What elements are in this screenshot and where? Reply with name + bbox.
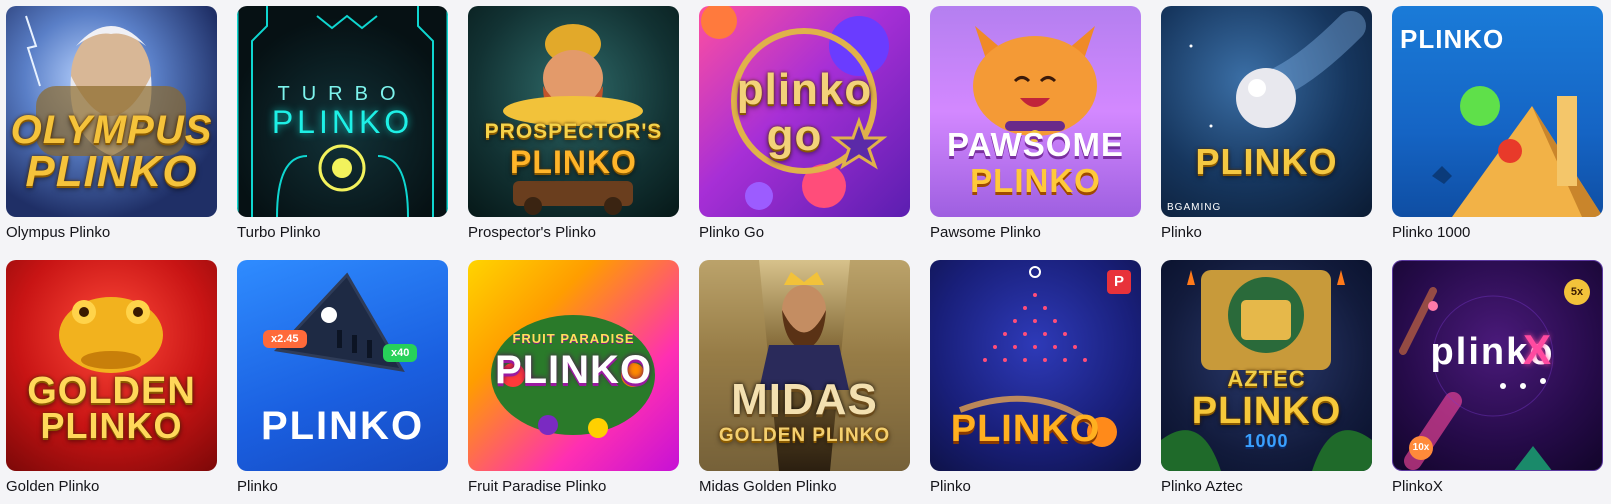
game-card-pawsome-plinko[interactable]: PAWSOME PLINKO Pawsome Plinko <box>930 6 1141 243</box>
game-title[interactable]: Plinko <box>930 477 1141 497</box>
game-art-title-line2: PLINKO <box>25 147 198 196</box>
game-card-plinko-bgaming[interactable]: PLINKO BGAMING Plinko <box>1161 6 1372 243</box>
game-thumbnail[interactable]: P PLINKO <box>930 260 1141 471</box>
game-thumbnail[interactable]: FRUIT PARADISE PLINKO <box>468 260 679 471</box>
game-art-title-line2: PLINKO <box>510 144 637 180</box>
game-art-title-line1: PROSPECTOR's <box>484 120 663 143</box>
game-card-prospectors-plinko[interactable]: PROSPECTOR's PLINKO Prospector's Plinko <box>468 6 679 243</box>
game-title[interactable]: Plinko <box>1161 223 1372 243</box>
multiplier-bubble: 10x <box>1409 436 1433 460</box>
game-card-midas-golden-plinko[interactable]: MIDAS GOLDEN PLINKO Midas Golden Plinko <box>699 260 910 497</box>
game-art-title-line1: FRUIT PARADISE <box>512 331 635 346</box>
game-thumbnail[interactable]: PAWSOME PLINKO <box>930 6 1141 217</box>
game-art-title-line3: 1000 <box>1244 431 1289 451</box>
game-thumbnail[interactable]: PLINKO BGAMING <box>1161 6 1372 217</box>
game-art-title: PLINKO <box>950 408 1101 450</box>
game-title[interactable]: Midas Golden Plinko <box>699 477 910 497</box>
multiplier-bubble: 5x <box>1564 279 1590 305</box>
game-thumbnail[interactable]: 5x 10x plinko X <box>1392 260 1603 471</box>
game-title[interactable]: Turbo Plinko <box>237 223 448 243</box>
game-art-title: PLINKO <box>260 404 425 448</box>
game-card-turbo-plinko[interactable]: TURBO PLINKO Turbo Plinko <box>237 6 448 243</box>
ball-illustration <box>1189 11 1366 158</box>
game-art-title-line2: GOLDEN PLINKO <box>718 425 891 446</box>
game-art-title-line1: OLYMPUS <box>10 108 213 152</box>
game-thumbnail[interactable]: GOLDEN PLINKO <box>6 260 217 471</box>
game-title[interactable]: Golden Plinko <box>6 477 217 497</box>
game-title[interactable]: PlinkoX <box>1392 477 1603 497</box>
game-art-title-line2: PLINKO <box>271 104 414 140</box>
game-card-plinko-blue[interactable]: x2.45 x40 PLINKO Plinko <box>237 260 448 497</box>
multiplier-badge: x40 <box>383 344 418 362</box>
game-art-title-x: X <box>1523 326 1553 373</box>
game-card-plinkox[interactable]: 5x 10x plinko X PlinkoX <box>1392 260 1603 497</box>
game-title[interactable]: Plinko <box>237 477 448 497</box>
game-thumbnail[interactable]: MIDAS GOLDEN PLINKO <box>699 260 910 471</box>
game-art-title-line1: TURBO <box>277 83 408 105</box>
game-title[interactable]: Pawsome Plinko <box>930 223 1141 243</box>
game-thumbnail[interactable]: TURBO PLINKO <box>237 6 448 217</box>
game-art-title-line2: PLINKO <box>970 162 1101 199</box>
game-thumbnail[interactable]: OLYMPUS PLINKO <box>6 6 217 217</box>
game-card-plinko-go[interactable]: plinko go Plinko Go <box>699 6 910 243</box>
game-thumbnail[interactable]: PROSPECTOR's PLINKO <box>468 6 679 217</box>
game-art-title-line2: PLINKO <box>1191 390 1342 432</box>
game-card-golden-plinko[interactable]: GOLDEN PLINKO Golden Plinko <box>6 260 217 497</box>
game-art-title-line1: AZTEC <box>1227 366 1306 391</box>
game-thumbnail[interactable]: x2.45 x40 PLINKO <box>237 260 448 471</box>
game-title[interactable]: Prospector's Plinko <box>468 223 679 243</box>
multiplier-badge: x2.45 <box>263 330 307 348</box>
game-art-title-line1: plinko <box>1430 331 1555 373</box>
game-title[interactable]: Plinko 1000 <box>1392 223 1603 243</box>
provider-logo: BGAMING <box>1167 202 1222 213</box>
game-thumbnail[interactable]: AZTEC PLINKO 1000 <box>1161 260 1372 471</box>
game-art-title-line1: PAWSOME <box>947 126 1124 163</box>
game-title[interactable]: Plinko Go <box>699 223 910 243</box>
game-art-title: PLINKO <box>1400 24 1505 54</box>
game-title[interactable]: Olympus Plinko <box>6 223 217 243</box>
game-thumbnail[interactable]: plinko go <box>699 6 910 217</box>
game-grid: OLYMPUS PLINKO Olympus Plinko TURBO PLIN… <box>0 0 1611 497</box>
game-thumbnail[interactable]: PLINKO <box>1392 6 1603 217</box>
prospector-illustration <box>503 24 643 215</box>
provider-badge: P <box>1107 270 1131 294</box>
game-card-fruit-paradise-plinko[interactable]: FRUIT PARADISE PLINKO Fruit Paradise Pli… <box>468 260 679 497</box>
game-art-title-line2: PLINKO <box>40 405 183 446</box>
game-title[interactable]: Fruit Paradise Plinko <box>468 477 679 497</box>
game-card-plinko-aztec[interactable]: AZTEC PLINKO 1000 Plinko Aztec <box>1161 260 1372 497</box>
game-card-plinko-pegs[interactable]: P PLINKO Plinko <box>930 260 1141 497</box>
game-art-title-line2: PLINKO <box>494 348 653 392</box>
game-art-title-line1: plinko <box>736 65 873 114</box>
game-card-plinko-1000[interactable]: PLINKO Plinko 1000 <box>1392 6 1603 243</box>
game-card-olympus-plinko[interactable]: OLYMPUS PLINKO Olympus Plinko <box>6 6 217 243</box>
game-art-title-line1: MIDAS <box>731 375 878 424</box>
game-art-title-line2: go <box>766 111 823 160</box>
game-art-title: PLINKO <box>1195 141 1338 182</box>
game-title[interactable]: Plinko Aztec <box>1161 477 1372 497</box>
